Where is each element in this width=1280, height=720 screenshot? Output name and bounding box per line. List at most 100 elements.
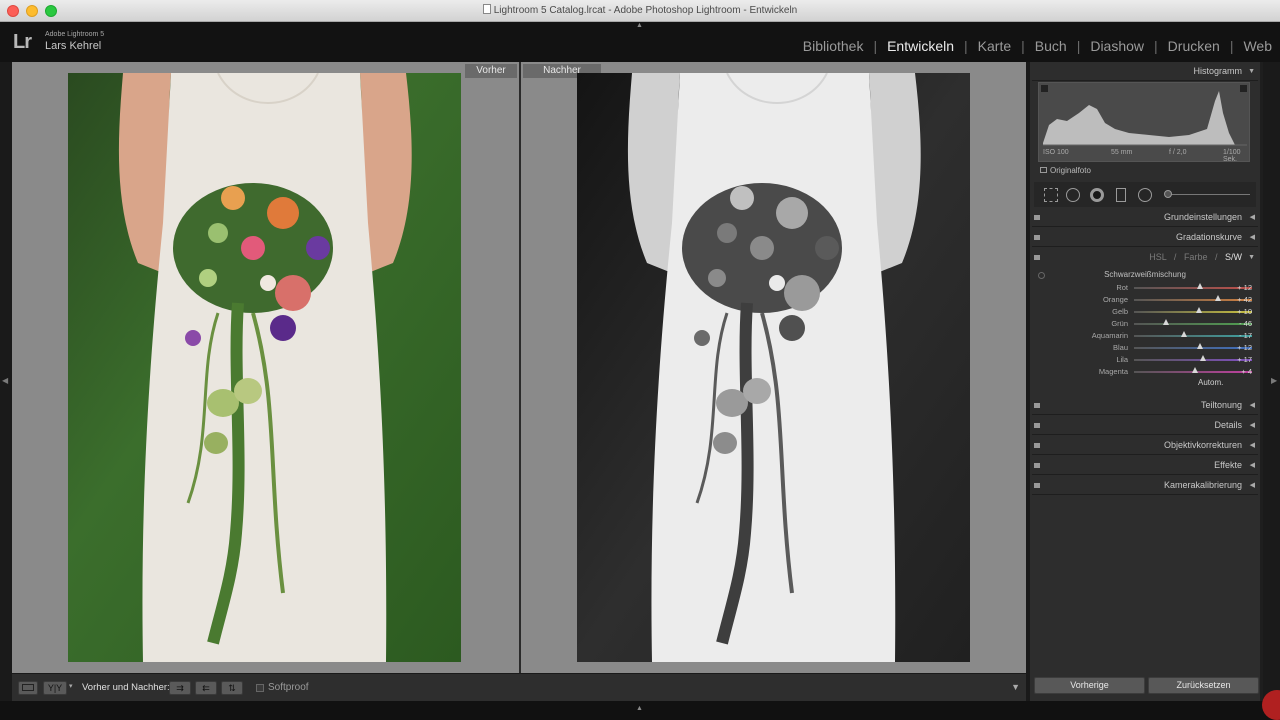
before-after-view-button[interactable]: Y|Y [43, 681, 67, 695]
red-eye-tool-icon[interactable] [1090, 188, 1104, 202]
copy-before-to-after-button[interactable]: ⇉ [169, 681, 191, 695]
compare-view: Vorher Nachher [12, 62, 1026, 673]
bw-mix-slider-thumb[interactable] [1197, 283, 1204, 289]
bw-mix-row-lila[interactable]: Lila + 17 [1034, 354, 1256, 366]
histogram[interactable]: ISO 100 55 mm f / 2,0 1/100 Sek. [1038, 82, 1250, 163]
bw-mix-row-aquamarin[interactable]: Aquamarin - 17 [1034, 330, 1256, 342]
bw-mix-value[interactable]: + 42 [1232, 295, 1252, 304]
section-switch-icon[interactable] [1034, 463, 1040, 468]
module-buch[interactable]: Buch [1035, 38, 1067, 54]
bw-mix-row-magenta[interactable]: Magenta + 4 [1034, 366, 1256, 378]
module-picker: Bibliothek | Entwickeln | Karte | Buch | Dia… [803, 38, 1272, 54]
bw-mix-value[interactable]: + 4 [1232, 367, 1252, 376]
module-separator: | [964, 38, 968, 54]
after-photo[interactable] [577, 73, 970, 662]
section-switch-icon[interactable] [1034, 423, 1040, 428]
right-panel-toggle-icon[interactable]: ▶ [1271, 376, 1277, 385]
swap-settings-button[interactable]: ⇅ [221, 681, 243, 695]
section-details[interactable]: Details ◀ [1032, 416, 1258, 435]
expand-triangle-icon: ◀ [1249, 422, 1255, 429]
right-panel-scrollbar[interactable] [1260, 62, 1263, 702]
bw-mix-row-grün[interactable]: Grün - 46 [1034, 318, 1256, 330]
bw-mix-label: Gelb [1112, 307, 1128, 316]
section-switch-icon[interactable] [1034, 443, 1040, 448]
bw-mix-row-orange[interactable]: Orange + 42 [1034, 294, 1256, 306]
section-label: Objektivkorrekturen [1163, 440, 1242, 450]
module-diashow[interactable]: Diashow [1090, 38, 1144, 54]
bw-mix-slider-thumb[interactable] [1192, 367, 1199, 373]
after-photo-image [577, 73, 970, 662]
brush-slider[interactable] [1166, 194, 1250, 195]
module-bibliothek[interactable]: Bibliothek [803, 38, 864, 54]
softproof-checkbox[interactable] [256, 684, 264, 692]
section-grundeinstellungen[interactable]: Grundeinstellungen ◀ [1032, 208, 1258, 227]
before-photo[interactable] [68, 73, 461, 662]
toolbar-options-icon[interactable]: ▼ [1011, 682, 1020, 692]
section-kamerakalibrierung[interactable]: Kamerakalibrierung ◀ [1032, 476, 1258, 495]
previous-button[interactable]: Vorherige [1034, 677, 1145, 694]
bw-mix-value[interactable]: + 12 [1232, 343, 1252, 352]
tab-farbe[interactable]: Farbe [1184, 252, 1208, 262]
bw-mix-label: Lila [1116, 355, 1128, 364]
loupe-view-icon [22, 684, 34, 691]
section-switch-icon[interactable] [1034, 483, 1040, 488]
crop-tool-icon[interactable] [1044, 188, 1058, 202]
module-separator: | [1229, 38, 1234, 54]
expand-triangle-icon: ◀ [1249, 402, 1255, 409]
left-panel-toggle-icon[interactable]: ◀ [2, 376, 8, 385]
module-entwickeln[interactable]: Entwickeln [887, 38, 954, 54]
expand-triangle-icon: ◀ [1249, 482, 1255, 489]
section-label: Details [1214, 420, 1242, 430]
section-switch-icon[interactable] [1034, 255, 1040, 260]
before-after-dropdown-icon[interactable]: ▾ [69, 682, 73, 690]
section-label: Teiltonung [1200, 400, 1242, 410]
section-switch-icon[interactable] [1034, 235, 1040, 240]
module-separator: | [1076, 38, 1081, 54]
highlight-clipping-icon[interactable] [1240, 85, 1247, 92]
graduated-filter-icon[interactable] [1116, 188, 1126, 202]
section-effekte[interactable]: Effekte ◀ [1032, 456, 1258, 475]
module-karte[interactable]: Karte [978, 38, 1011, 54]
original-photo-toggle[interactable]: Originalfoto [1040, 166, 1091, 175]
section-switch-icon[interactable] [1034, 215, 1040, 220]
bw-mix-row-rot[interactable]: Rot + 12 [1034, 282, 1256, 294]
shutter-speed: 1/100 Sek. [1223, 149, 1241, 163]
bw-mix-value[interactable]: + 12 [1232, 283, 1252, 292]
bw-mix-row-blau[interactable]: Blau + 12 [1034, 342, 1256, 354]
bw-mix-slider-thumb[interactable] [1200, 355, 1207, 361]
section-objektivkorrekturen[interactable]: Objektivkorrekturen ◀ [1032, 436, 1258, 455]
tab-sw[interactable]: S/W [1225, 252, 1242, 262]
lightroom-logo: Lr [13, 31, 32, 53]
auto-button[interactable]: Autom. [1198, 378, 1223, 387]
tab-hsl[interactable]: HSL [1149, 252, 1166, 262]
loupe-view-button[interactable] [18, 681, 38, 695]
top-panel-toggle-icon[interactable]: ▲ [636, 22, 643, 29]
bw-mix-slider-thumb[interactable] [1195, 307, 1202, 313]
section-label: Gradationskurve [1175, 232, 1242, 242]
view-mode-label: Vorher und Nachher: [82, 682, 170, 693]
bw-mix-value[interactable]: + 10 [1232, 307, 1252, 316]
bw-mix-label: Grün [1111, 319, 1128, 328]
bw-mix-value[interactable]: - 17 [1232, 331, 1252, 340]
bw-mix-value[interactable]: - 46 [1232, 319, 1252, 328]
histogram-header[interactable]: Histogramm ▼ [1032, 62, 1258, 81]
bw-mix-slider-thumb[interactable] [1214, 295, 1221, 301]
copy-after-to-before-button[interactable]: ⇇ [195, 681, 217, 695]
bw-mix-row-gelb[interactable]: Gelb + 10 [1034, 306, 1256, 318]
bw-mix-slider-thumb[interactable] [1197, 343, 1204, 349]
spot-removal-tool-icon[interactable] [1066, 188, 1080, 202]
module-drucken[interactable]: Drucken [1168, 38, 1220, 54]
bw-mix-value[interactable]: + 17 [1232, 355, 1252, 364]
section-switch-icon[interactable] [1034, 403, 1040, 408]
module-web[interactable]: Web [1243, 38, 1272, 54]
bottom-panel-toggle-icon[interactable]: ▲ [636, 705, 643, 712]
reset-button[interactable]: Zurücksetzen [1148, 677, 1259, 694]
original-photo-label: Originalfoto [1050, 166, 1091, 175]
bw-mix-slider-thumb[interactable] [1162, 319, 1169, 325]
bw-mix-slider-thumb[interactable] [1180, 331, 1187, 337]
brush-slider-thumb[interactable] [1164, 190, 1172, 198]
radial-filter-icon[interactable] [1138, 188, 1152, 202]
section-gradationskurve[interactable]: Gradationskurve ◀ [1032, 228, 1258, 247]
section-teiltonung[interactable]: Teiltonung ◀ [1032, 396, 1258, 415]
shadow-clipping-icon[interactable] [1041, 85, 1048, 92]
